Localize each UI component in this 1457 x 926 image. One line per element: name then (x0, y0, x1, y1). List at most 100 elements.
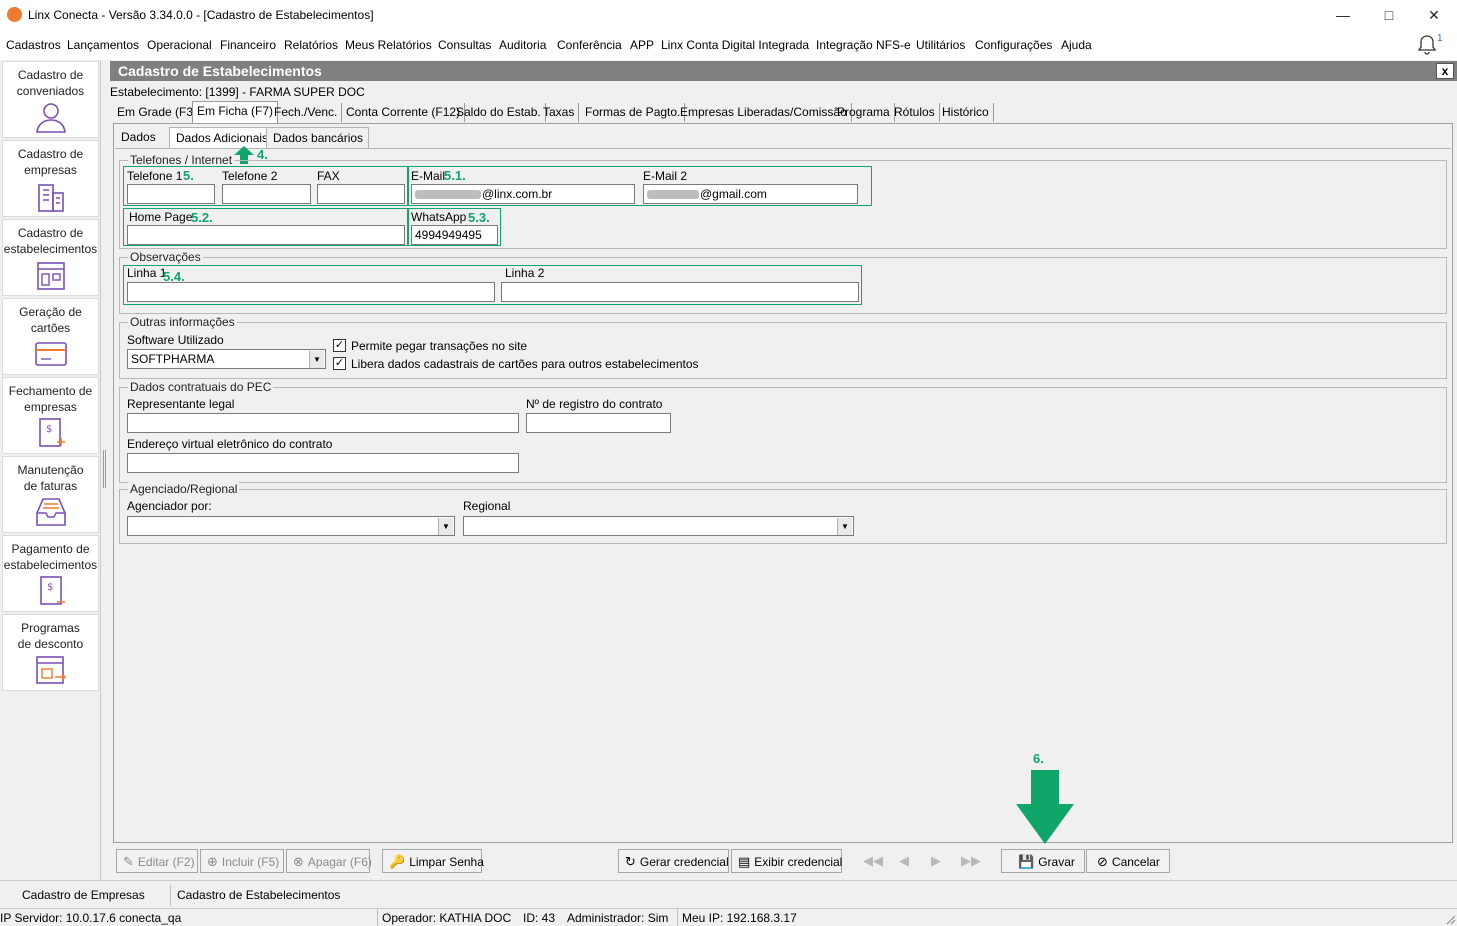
sidebar-splitter-handle[interactable] (103, 450, 106, 488)
permite-transacoes-label: Permite pegar transações no site (351, 339, 528, 353)
app-logo-icon (7, 7, 22, 22)
limpar-senha-button[interactable]: 🔑 Limpar Senha (382, 849, 484, 873)
tab-conta-corrente[interactable]: Conta Corrente (F12) (342, 103, 466, 122)
tab-em-grade[interactable]: Em Grade (F3) (113, 103, 203, 122)
group-title: Agenciado/Regional (128, 482, 240, 496)
sidebar-label: Pagamento de (11, 542, 90, 556)
subtab-dados-adicionais[interactable]: Dados Adicionais (169, 127, 276, 149)
menu-bar: Cadastros Lançamentos Operacional Financ… (0, 30, 1457, 60)
window-tab-empresas[interactable]: Cadastro de Empresas (16, 885, 151, 906)
agenciador-label: Agenciador por: (127, 499, 212, 513)
telefone1-input[interactable] (127, 184, 215, 204)
sidebar-item-estabelecimentos[interactable]: Cadastro de estabelecimentos (2, 219, 99, 296)
whatsapp-label: WhatsApp (411, 210, 467, 224)
sidebar-item-faturas[interactable]: Manutenção de faturas (2, 456, 99, 533)
sidebar-item-fechamento[interactable]: Fechamento de empresas $ (2, 377, 99, 454)
sidebar-item-descontos[interactable]: Programas de desconto (2, 614, 99, 691)
tab-fech-venc[interactable]: Fech./Venc. (270, 103, 343, 122)
fax-input[interactable] (317, 184, 405, 204)
window-tab-estabelecimentos[interactable]: Cadastro de Estabelecimentos (170, 885, 346, 906)
operator: Operador: KATHIA DOC (382, 911, 512, 925)
editar-button[interactable]: ✎ Editar (F2) (116, 849, 198, 873)
gerar-credencial-button[interactable]: ↻ Gerar credencial (618, 849, 729, 873)
sidebar-label: Cadastro de (17, 147, 84, 161)
close-window-button[interactable]: ✕ (1411, 0, 1457, 30)
maximize-button[interactable]: □ (1366, 0, 1412, 30)
bell-icon[interactable] (1417, 34, 1437, 56)
gravar-button[interactable]: 💾 Gravar (1001, 849, 1085, 873)
regional-select[interactable]: ▼ (463, 516, 854, 536)
permite-transacoes-checkbox[interactable]: ✓ (333, 339, 346, 352)
menu-utilitarios[interactable]: Utilitários (916, 38, 965, 52)
sidebar-item-empresas[interactable]: Cadastro de empresas (2, 140, 99, 217)
sidebar-item-cartoes[interactable]: Geração de cartões (2, 298, 99, 375)
card-icon (35, 342, 67, 366)
menu-linx-conta-digital[interactable]: Linx Conta Digital Integrada (661, 38, 809, 52)
tab-rotulos[interactable]: Rótulos (890, 103, 940, 122)
homepage-label: Home Page (129, 210, 193, 224)
sidebar-item-conveniados[interactable]: Cadastro de conveniados (2, 61, 99, 138)
registro-contrato-input[interactable] (526, 413, 671, 433)
tab-taxas[interactable]: Taxas (539, 103, 580, 122)
homepage-input[interactable] (127, 225, 405, 245)
user-icon (36, 103, 66, 133)
menu-financeiro[interactable]: Financeiro (220, 38, 276, 52)
tab-em-ficha[interactable]: Em Ficha (F7) (192, 101, 279, 123)
minimize-button[interactable]: — (1320, 0, 1366, 30)
telefone2-input[interactable] (222, 184, 311, 204)
linha1-input[interactable] (127, 282, 495, 302)
sidebar-item-pagamento[interactable]: Pagamento de estabelecimentos $ (2, 535, 99, 612)
tab-historico[interactable]: Histórico (938, 103, 994, 122)
sidebar-label: Programas (21, 621, 80, 635)
email2-input[interactable]: @gmail.com (643, 184, 858, 204)
menu-ajuda[interactable]: Ajuda (1061, 38, 1092, 52)
previous-record-icon[interactable]: ◀ (899, 853, 909, 869)
exibir-credencial-button[interactable]: ▤ Exibir credencial (731, 849, 842, 873)
payment-icon: $ (40, 576, 65, 605)
menu-lancamentos[interactable]: Lançamentos (67, 38, 139, 52)
menu-meus-relatorios[interactable]: Meus Relatórios (345, 38, 432, 52)
refresh-icon: ↻ (625, 854, 636, 869)
resize-grip-icon[interactable] (1444, 913, 1456, 925)
tab-saldo-estab[interactable]: Saldo do Estab. (452, 103, 546, 122)
menu-conferencia[interactable]: Conferência (557, 38, 622, 52)
libera-dados-checkbox[interactable]: ✓ (333, 357, 346, 370)
menu-cadastros[interactable]: Cadastros (6, 38, 61, 52)
tab-formas-pagto[interactable]: Formas de Pagto. (581, 103, 686, 122)
sidebar-label: Cadastro de (17, 68, 84, 82)
menu-app[interactable]: APP (630, 38, 654, 52)
menu-auditoria[interactable]: Auditoria (499, 38, 546, 52)
cancelar-button[interactable]: ⊘ Cancelar (1086, 849, 1170, 873)
tab-empresas-liberadas[interactable]: Empresas Liberadas/Comissão (676, 103, 852, 122)
menu-relatorios[interactable]: Relatórios (284, 38, 338, 52)
incluir-label: Incluir (F5) (221, 855, 280, 869)
whatsapp-input[interactable]: 4994949495 (411, 225, 498, 245)
apagar-button[interactable]: ⊗ Apagar (F6) (286, 849, 372, 873)
editar-label: Editar (F2) (137, 855, 195, 869)
agenciador-select[interactable]: ▼ (127, 516, 455, 536)
software-select[interactable]: SOFTPHARMA ▼ (127, 349, 326, 369)
floppy-disk-icon: 💾 (1018, 854, 1035, 869)
linha2-input[interactable] (501, 282, 859, 302)
menu-integracao-nfse[interactable]: Integração NFS-e (816, 38, 911, 52)
email-input[interactable]: @linx.com.br (411, 184, 635, 204)
endereco-contrato-input[interactable] (127, 453, 519, 473)
annotation-5-3: 5.3. (468, 210, 490, 225)
last-record-icon[interactable]: ▶▶ (961, 853, 981, 869)
menu-operacional[interactable]: Operacional (147, 38, 212, 52)
representante-input[interactable] (127, 413, 519, 433)
menu-consultas[interactable]: Consultas (438, 38, 491, 52)
invoice-close-icon: $ (39, 418, 65, 447)
subtab-dados-bancarios[interactable]: Dados bancários (266, 127, 369, 149)
incluir-button[interactable]: ⊕ Incluir (F5) (200, 849, 284, 873)
chevron-down-icon: ▼ (837, 518, 852, 535)
tab-programa[interactable]: Programa (833, 103, 895, 122)
first-record-icon[interactable]: ◀◀ (863, 853, 883, 869)
menu-configuracoes[interactable]: Configurações (975, 38, 1052, 52)
software-value: SOFTPHARMA (131, 352, 215, 366)
next-record-icon[interactable]: ▶ (931, 853, 941, 869)
operator-id: ID: 43 (523, 911, 556, 925)
subtab-dados[interactable]: Dados (115, 127, 162, 149)
close-form-button[interactable]: x (1436, 63, 1454, 79)
sidebar-label: conveniados (16, 84, 85, 98)
